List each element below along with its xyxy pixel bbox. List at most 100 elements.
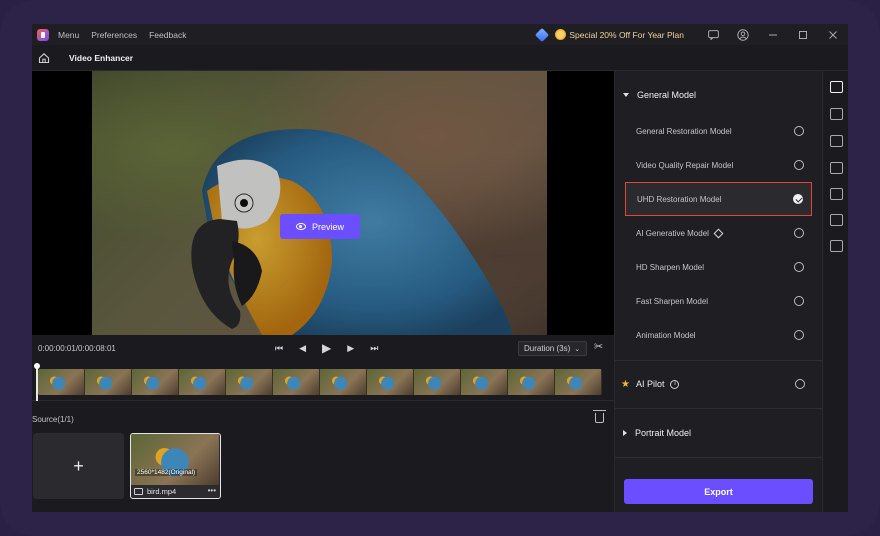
radio-button[interactable] bbox=[795, 379, 805, 389]
menu-item-feedback[interactable]: Feedback bbox=[149, 30, 186, 40]
skip-to-end-icon[interactable]: ⏭ bbox=[370, 343, 378, 354]
add-media-tool-icon[interactable] bbox=[830, 240, 843, 252]
clip-filename: bird.mp4 bbox=[147, 487, 177, 496]
general-model-header[interactable]: General Model bbox=[615, 85, 823, 105]
portrait-model-label: Portrait Model bbox=[635, 428, 692, 438]
eraser-tool-icon[interactable] bbox=[830, 188, 843, 200]
video-enhance-tool-icon[interactable] bbox=[830, 81, 843, 93]
source-clip-tile[interactable]: 2560*1482(Original) bird.mp4 ••• bbox=[130, 433, 221, 499]
gem-icon[interactable] bbox=[535, 27, 550, 42]
video-frame-image bbox=[92, 71, 547, 335]
promo-link[interactable]: Special 20% Off For Year Plan bbox=[569, 30, 684, 40]
model-option-general-restoration[interactable]: General Restoration Model bbox=[625, 114, 812, 148]
trash-icon[interactable] bbox=[593, 410, 606, 423]
duration-value: Duration (3s) bbox=[524, 344, 571, 353]
tool-rail bbox=[822, 71, 848, 512]
ai-pilot-row[interactable]: ★ AI Pilot i bbox=[615, 374, 823, 394]
menu-item-preferences[interactable]: Preferences bbox=[91, 30, 137, 40]
clip-thumbnail bbox=[131, 434, 219, 485]
divider bbox=[615, 360, 823, 361]
radio-button-checked[interactable] bbox=[793, 194, 803, 204]
layout-tool-icon[interactable] bbox=[830, 135, 843, 147]
previous-frame-icon[interactable]: ◀ bbox=[299, 343, 306, 354]
play-icon[interactable]: ▶ bbox=[322, 341, 331, 355]
timeline-filmstrip[interactable] bbox=[38, 369, 602, 395]
model-option-label: Animation Model bbox=[636, 330, 696, 340]
model-option-label: UHD Restoration Model bbox=[637, 194, 722, 204]
model-option-video-quality-repair[interactable]: Video Quality Repair Model bbox=[625, 148, 812, 182]
timeline-frame bbox=[555, 369, 602, 395]
radio-button[interactable] bbox=[794, 262, 804, 272]
source-label: Source(1/1) bbox=[32, 415, 74, 424]
radio-button[interactable] bbox=[794, 126, 804, 136]
timeline[interactable] bbox=[32, 361, 614, 401]
title-bar: Menu Preferences Feedback Special 20% Of… bbox=[32, 24, 848, 45]
model-option-label: Video Quality Repair Model bbox=[636, 160, 734, 170]
clip-resolution: 2560*1482(Original) bbox=[135, 469, 198, 476]
next-frame-icon[interactable]: ▶ bbox=[347, 343, 354, 354]
playback-controls: 0:00:00:01/0:00:08:01 ⏮ ◀ ▶ ▶ ⏭ Duration… bbox=[32, 335, 614, 361]
add-source-button[interactable]: + bbox=[33, 433, 124, 499]
sun-badge-icon bbox=[555, 29, 567, 40]
film-icon bbox=[134, 488, 143, 495]
plus-icon: + bbox=[73, 455, 84, 476]
time-readout: 0:00:00:01/0:00:08:01 bbox=[38, 343, 116, 353]
portrait-model-header[interactable]: Portrait Model bbox=[615, 423, 823, 443]
info-icon[interactable]: i bbox=[670, 379, 680, 389]
preview-button[interactable]: Preview bbox=[280, 214, 360, 239]
radio-button[interactable] bbox=[794, 330, 804, 340]
timeline-frame bbox=[85, 369, 132, 395]
timeline-frame bbox=[132, 369, 179, 395]
model-option-label: General Restoration Model bbox=[636, 126, 732, 136]
timeline-frame bbox=[367, 369, 414, 395]
select-tool-icon[interactable] bbox=[830, 214, 843, 226]
menu-item-menu[interactable]: Menu bbox=[58, 30, 79, 40]
model-panel: General Model General Restoration Model … bbox=[614, 71, 823, 512]
sub-header: Video Enhancer bbox=[32, 45, 848, 71]
color-adjust-tool-icon[interactable] bbox=[830, 108, 843, 120]
chat-icon[interactable] bbox=[698, 24, 728, 45]
timeline-frame bbox=[226, 369, 273, 395]
timeline-frame bbox=[461, 369, 508, 395]
edit-tool-icon[interactable] bbox=[830, 162, 843, 174]
divider bbox=[615, 457, 823, 458]
radio-button[interactable] bbox=[794, 160, 804, 170]
model-option-animation[interactable]: Animation Model bbox=[625, 318, 812, 352]
scissors-icon[interactable]: ✂ bbox=[594, 340, 603, 353]
model-option-fast-sharpen[interactable]: Fast Sharpen Model bbox=[625, 284, 812, 318]
transport-controls: ⏮ ◀ ▶ ▶ ⏭ bbox=[267, 335, 386, 361]
home-icon[interactable] bbox=[37, 51, 51, 65]
radio-button[interactable] bbox=[794, 228, 804, 238]
export-button[interactable]: Export bbox=[624, 479, 813, 504]
more-options-icon[interactable]: ••• bbox=[208, 486, 216, 495]
chevron-down-icon: ⌄ bbox=[574, 345, 581, 353]
model-option-hd-sharpen[interactable]: HD Sharpen Model bbox=[625, 250, 812, 284]
playhead-handle[interactable] bbox=[34, 363, 40, 401]
general-model-label: General Model bbox=[637, 90, 697, 100]
preview-overlay bbox=[92, 71, 547, 335]
model-option-uhd-restoration[interactable]: UHD Restoration Model bbox=[625, 182, 812, 216]
duration-dropdown[interactable]: Duration (3s) ⌄ bbox=[518, 341, 587, 356]
app-window: Menu Preferences Feedback Special 20% Of… bbox=[32, 24, 848, 512]
minimize-icon[interactable] bbox=[758, 24, 788, 45]
timeline-frame bbox=[414, 369, 461, 395]
timeline-frame bbox=[179, 369, 226, 395]
model-option-label: Fast Sharpen Model bbox=[636, 296, 709, 306]
ai-pilot-label: AI Pilot bbox=[635, 379, 665, 389]
radio-button[interactable] bbox=[794, 296, 804, 306]
app-logo-icon bbox=[37, 28, 49, 41]
account-icon[interactable] bbox=[728, 24, 758, 45]
star-icon: ★ bbox=[621, 378, 630, 390]
diamond-icon bbox=[713, 228, 724, 238]
model-option-ai-generative[interactable]: AI Generative Model bbox=[625, 216, 812, 250]
source-panel: Source(1/1) + 2560*1482(Original) bird.m… bbox=[32, 402, 614, 512]
caret-down-icon bbox=[623, 93, 629, 97]
page-title: Video Enhancer bbox=[69, 52, 134, 63]
video-viewer[interactable]: Preview bbox=[32, 71, 614, 335]
timeline-frame bbox=[508, 369, 555, 395]
close-icon[interactable] bbox=[818, 24, 848, 45]
skip-to-start-icon[interactable]: ⏮ bbox=[275, 343, 283, 354]
timeline-frame bbox=[273, 369, 320, 395]
maximize-icon[interactable] bbox=[788, 24, 818, 45]
title-bar-right: Special 20% Off For Year Plan bbox=[535, 24, 848, 45]
